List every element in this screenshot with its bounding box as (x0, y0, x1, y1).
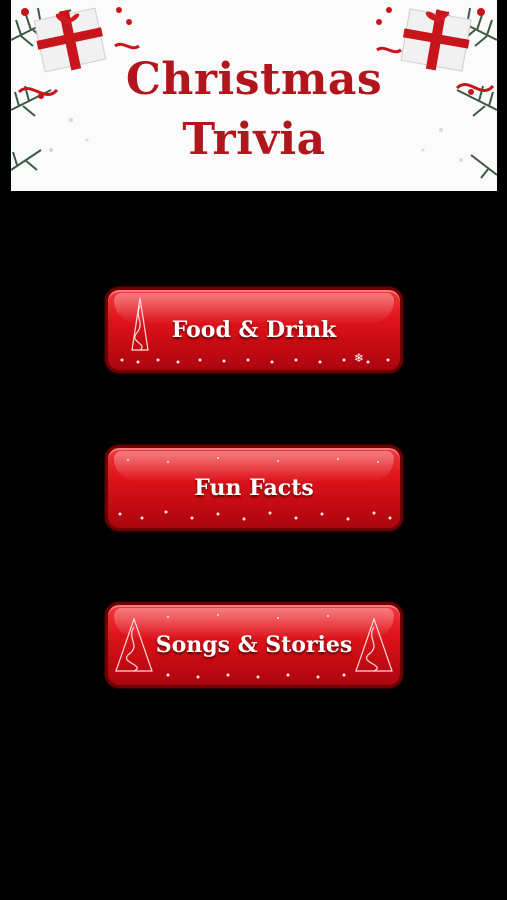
button-label: Food & Drink (171, 317, 337, 343)
food-and-drink-button[interactable]: ❄ Food & Drink (105, 287, 403, 373)
page-title-line-2: Trivia (182, 114, 326, 165)
app-screen: Christmas Trivia ❄ Food & Drink Fun Fact… (0, 0, 507, 900)
snowflake-icon (120, 358, 390, 364)
button-label: Fun Facts (194, 475, 314, 501)
page-title-line-1: Christmas (125, 54, 383, 105)
svg-text:❄: ❄ (354, 351, 364, 365)
button-label: Songs & Stories (155, 632, 353, 658)
songs-and-stories-button[interactable]: Songs & Stories (105, 602, 403, 688)
fun-facts-button[interactable]: Fun Facts (105, 445, 403, 531)
header-banner: Christmas Trivia (11, 0, 497, 191)
